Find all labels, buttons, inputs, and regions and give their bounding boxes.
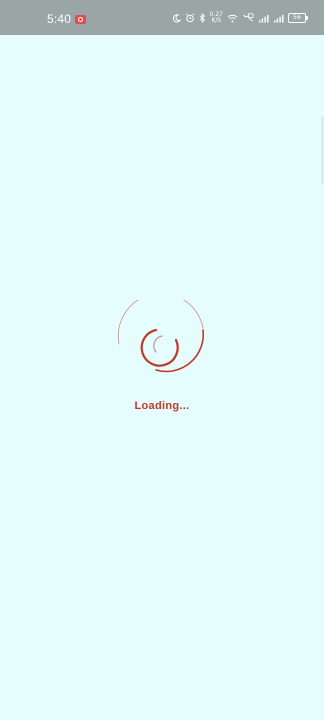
- battery-level: 56: [293, 14, 301, 21]
- moon-icon: [172, 13, 181, 23]
- screen-record-icon: [75, 15, 86, 24]
- status-time: 5:40: [47, 12, 72, 26]
- status-icons: 0.27 K/S 56: [172, 12, 308, 24]
- app-screen: 5:40 0.27 K/S 56 Loading...: [0, 0, 324, 720]
- battery-icon: 56: [288, 13, 308, 23]
- signal-icon-2: [273, 14, 284, 23]
- signal-icon-1: [258, 14, 269, 23]
- status-bar: 5:40 0.27 K/S 56: [0, 0, 324, 35]
- loading-spinner-icon: [117, 300, 205, 373]
- spinner-middle-arc: [140, 328, 179, 367]
- volte-icon: [242, 13, 254, 23]
- network-speed: 0.27 K/S: [210, 12, 223, 24]
- spinner-outer-ring: [117, 300, 204, 345]
- loading-label: Loading...: [134, 400, 190, 412]
- bluetooth-icon: [199, 13, 206, 23]
- wifi-icon: [227, 14, 238, 23]
- alarm-icon: [185, 13, 195, 23]
- spinner-inner-arc: [153, 335, 163, 353]
- network-speed-unit: K/S: [211, 17, 222, 24]
